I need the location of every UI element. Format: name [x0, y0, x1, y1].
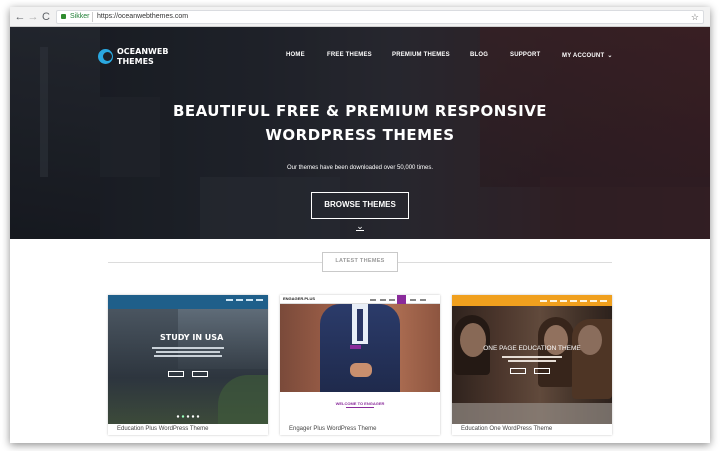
preview-tag — [350, 345, 361, 349]
preview-heading: STUDY IN USA — [160, 333, 224, 342]
preview-nav-item — [246, 299, 253, 301]
secure-label: Sikker — [70, 13, 90, 20]
preview-welcome-underline — [346, 407, 374, 408]
nav-premium-themes[interactable]: PREMIUM THEMES — [392, 52, 450, 62]
theme-thumbnail[interactable]: ENGAGER.PLUS WELCOME TO ENGAGER — [280, 295, 440, 424]
preview-overlay — [452, 306, 612, 424]
preview-nav-item — [550, 300, 557, 302]
preview-text-line — [508, 360, 556, 362]
back-arrow-icon[interactable]: ← — [13, 10, 27, 24]
hero-section: OCEANWEB THEMES HOME FREE THEMES PREMIUM… — [10, 27, 710, 239]
preview-nav-item — [560, 300, 567, 302]
lock-icon — [61, 14, 66, 19]
theme-title[interactable]: Education Plus WordPress Theme — [117, 426, 209, 432]
browse-themes-button[interactable]: BROWSE THEMES — [311, 192, 409, 219]
preview-tie — [357, 309, 363, 341]
preview-nav-item — [226, 299, 233, 301]
logo-mark-icon — [98, 49, 113, 64]
preview-brand: ENGAGER.PLUS — [283, 296, 316, 301]
latest-themes-label: LATEST THEMES — [322, 252, 398, 272]
preview-nav-item — [600, 300, 607, 302]
preview-nav-item — [580, 300, 587, 302]
preview-nav-active — [397, 295, 406, 304]
preview-text-line — [152, 347, 224, 349]
nav-my-account[interactable]: MY ACCOUNT ⌄ — [562, 52, 613, 62]
theme-card-education-plus[interactable]: STUDY IN USA Education Plus WordPress Th… — [108, 295, 268, 435]
preview-nav-item — [236, 299, 243, 301]
scroll-down-icon[interactable]: ⌄ — [354, 221, 366, 231]
theme-card-engager-plus[interactable]: ENGAGER.PLUS WELCOME TO ENGAGER Engager … — [280, 295, 440, 435]
hero-headline-line-1: BEAUTIFUL FREE & PREMIUM RESPONSIVE — [172, 102, 548, 120]
theme-title[interactable]: Engager Plus WordPress Theme — [289, 426, 377, 432]
bookmark-star-icon[interactable]: ☆ — [691, 11, 699, 23]
chevron-down-icon: ⌄ — [607, 53, 613, 59]
preview-nav-item — [570, 300, 577, 302]
nav-support[interactable]: SUPPORT — [510, 52, 540, 62]
preview-nav-item — [370, 299, 376, 301]
preview-nav-item — [380, 299, 386, 301]
theme-thumbnail[interactable]: STUDY IN USA — [108, 295, 268, 424]
address-bar[interactable]: Sikker https://oceanwebthemes.com ☆ — [56, 10, 704, 24]
browser-toolbar: ← → C Sikker https://oceanwebthemes.com … — [10, 7, 710, 27]
hero-subline: Our themes have been downloaded over 50,… — [286, 165, 434, 171]
divider-line-left — [108, 262, 322, 263]
preview-welcome-panel — [280, 392, 440, 424]
theme-title[interactable]: Education One WordPress Theme — [461, 426, 552, 432]
preview-nav-item — [256, 299, 263, 301]
reload-icon[interactable]: C — [39, 10, 53, 24]
forward-arrow-icon[interactable]: → — [26, 10, 40, 24]
logo-text: OCEANWEB THEMES — [117, 47, 168, 67]
preview-nav-item — [420, 299, 426, 301]
preview-button — [534, 368, 550, 374]
preview-text-line — [156, 351, 220, 353]
nav-home[interactable]: HOME — [286, 52, 305, 62]
theme-card-education-one[interactable]: ONE PAGE EDUCATION THEME Education One W… — [452, 295, 612, 435]
preview-header-bar — [452, 295, 612, 306]
preview-button — [510, 368, 526, 374]
site-logo[interactable]: OCEANWEB THEMES — [98, 47, 188, 69]
preview-nav-item — [590, 300, 597, 302]
browser-window: ← → C Sikker https://oceanwebthemes.com … — [10, 7, 710, 443]
preview-nav-item — [410, 299, 416, 301]
preview-welcome-text: WELCOME TO ENGAGER — [335, 401, 385, 406]
preview-slider-dots — [176, 415, 200, 418]
nav-my-account-label: MY ACCOUNT — [562, 53, 605, 59]
divider-line-right — [398, 262, 612, 263]
hero-headline: BEAUTIFUL FREE & PREMIUM RESPONSIVE WORD… — [110, 99, 610, 147]
preview-text-line — [502, 356, 562, 358]
theme-thumbnail[interactable]: ONE PAGE EDUCATION THEME — [452, 295, 612, 424]
nav-blog[interactable]: BLOG — [470, 52, 488, 62]
preview-nav-item — [389, 299, 395, 301]
preview-hands — [350, 363, 372, 377]
preview-nav-item — [540, 300, 547, 302]
preview-button — [192, 371, 208, 377]
logo-line-1: OCEANWEB — [117, 47, 169, 56]
preview-text-line — [154, 355, 222, 357]
logo-line-2: THEMES — [117, 57, 154, 66]
nav-free-themes[interactable]: FREE THEMES — [327, 52, 372, 62]
preview-header-bar — [108, 295, 268, 309]
address-separator — [92, 12, 93, 22]
url-text[interactable]: https://oceanwebthemes.com — [97, 11, 188, 23]
preview-button — [168, 371, 184, 377]
hero-headline-line-2: WORDPRESS THEMES — [265, 126, 455, 144]
preview-heading: ONE PAGE EDUCATION THEME — [483, 345, 581, 352]
